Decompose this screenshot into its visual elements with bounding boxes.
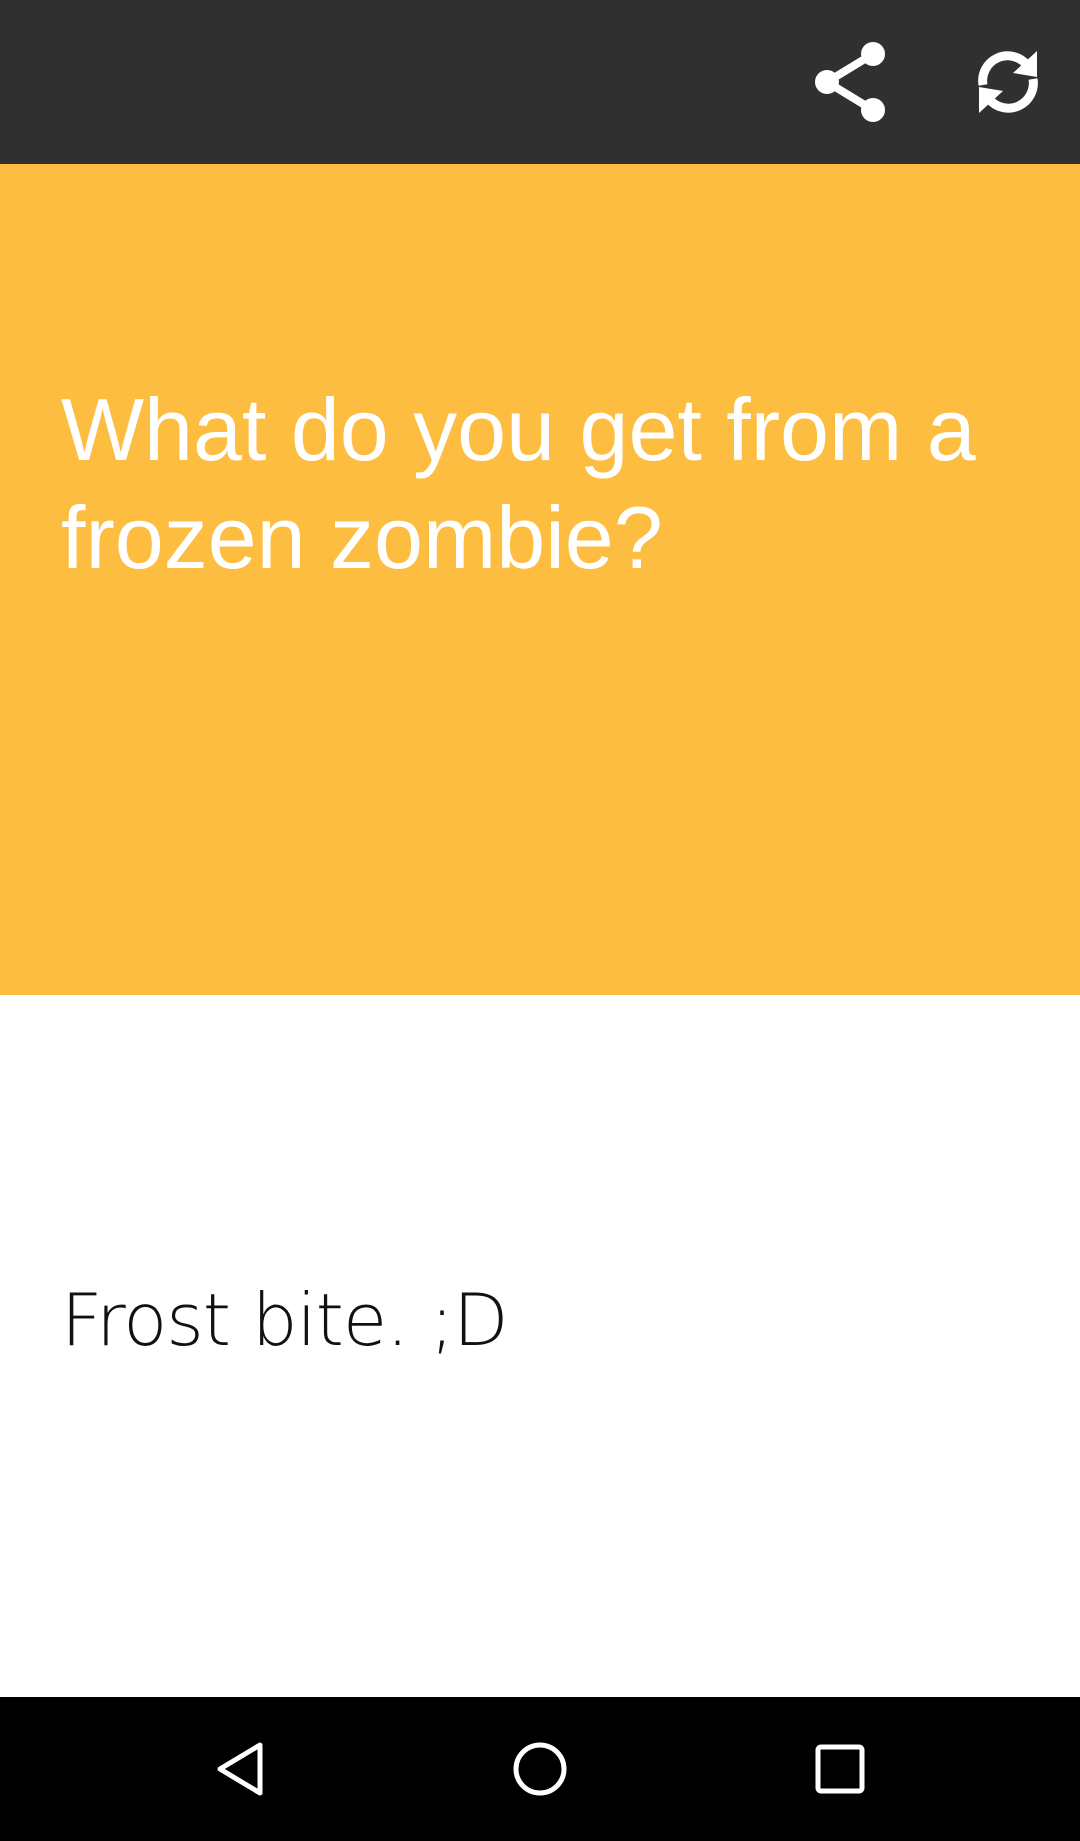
question-text: What do you get from a frozen zombie? <box>61 380 976 587</box>
refresh-button[interactable] <box>958 32 1058 132</box>
recents-square-icon <box>815 1744 865 1794</box>
app-screen: What do you get from a frozen zombie? Fr… <box>0 0 1080 1841</box>
back-button[interactable] <box>190 1719 290 1819</box>
share-icon <box>815 42 885 122</box>
recents-button[interactable] <box>790 1719 890 1819</box>
question-card: What do you get from a frozen zombie? <box>0 164 1080 995</box>
top-toolbar <box>0 0 1080 164</box>
back-triangle-icon <box>217 1742 263 1796</box>
system-navigation-bar <box>0 1697 1080 1841</box>
refresh-icon <box>978 51 1038 113</box>
home-button[interactable] <box>490 1719 590 1819</box>
home-circle-icon <box>513 1742 567 1796</box>
answer-text: Frost bite. ;D <box>61 1278 509 1362</box>
share-button[interactable] <box>803 32 903 132</box>
